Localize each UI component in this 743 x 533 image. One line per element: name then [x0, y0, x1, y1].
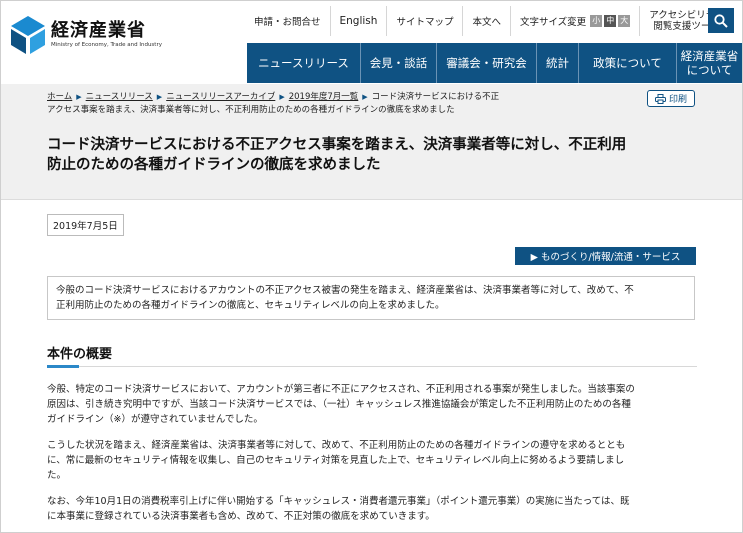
page: 経済産業省 Ministry of Economy, Trade and Ind…	[0, 0, 743, 533]
font-size-large-button[interactable]: 大	[618, 15, 631, 27]
breadcrumb-home[interactable]: ホーム	[47, 92, 72, 102]
breadcrumb-current-cont: アクセス事案を踏まえ、決済事業者等に対し、不正利用防止のための各種ガイドラインの…	[47, 105, 455, 115]
divider	[1, 199, 742, 200]
font-size-small-button[interactable]: 小	[590, 15, 603, 27]
breadcrumb-arrow-icon: ▶	[156, 93, 163, 101]
nav-statistics[interactable]: 統計	[536, 43, 578, 83]
font-size-label: 文字サイズ変更	[519, 17, 587, 28]
page-title: コード決済サービスにおける不正アクセス事案を踏まえ、決済事業者等に対し、不正利用…	[47, 135, 707, 175]
body-paragraph-2: こうした状況を踏まえ、経済産業省は、決済事業者等に対して、改めて、不正利用防止の…	[47, 438, 697, 483]
nav-press-conference[interactable]: 会見・談話	[360, 43, 436, 83]
search-button[interactable]	[708, 8, 734, 33]
nav-councils[interactable]: 審議会・研究会	[436, 43, 536, 83]
global-nav: ニュースリリース 会見・談話 審議会・研究会 統計 政策について 経済産業省 に…	[247, 43, 742, 83]
font-size-medium-button[interactable]: 中	[604, 15, 617, 27]
release-date: 2019年7月5日	[47, 214, 124, 236]
nav-about-line2: について	[686, 63, 733, 77]
body-paragraph-3: なお、今年10月1日の消費税率引上げに伴い開始する「キャッシュレス・消費者還元事…	[47, 494, 697, 524]
paragraph-line: なお、今年10月1日の消費税率引上げに伴い開始する「キャッシュレス・消費者還元事…	[47, 496, 630, 507]
breadcrumb-year-list[interactable]: 2019年度7月一覧	[289, 92, 359, 102]
paragraph-line: に本事業に登録されている決済事業者も含め、改めて、不正対策の徹底を求めていきます…	[47, 511, 435, 522]
breadcrumb-archive[interactable]: ニュースリリースアーカイブ	[166, 92, 275, 102]
paragraph-line: こうした状況を踏まえ、経済産業省は、決済事業者等に対して、改めて、不正利用防止の…	[47, 440, 626, 451]
paragraph-line: 今般、特定のコード決済サービスにおいて、アカウントが第三者に不正にアクセスされ、…	[47, 384, 635, 395]
paragraph-line: ガイドライン（※）が遵守されていませんでした。	[47, 414, 263, 425]
category-tag[interactable]: ▶ ものづくり/情報/流通・サービス	[515, 247, 696, 265]
page-title-line2: 防止のための各種ガイドラインの徹底を求めました	[47, 157, 381, 173]
skip-to-content-link[interactable]: 本文へ	[462, 6, 510, 36]
meti-logo-icon	[11, 16, 45, 54]
breadcrumb-arrow-icon: ▶	[76, 93, 82, 101]
body-paragraph-1: 今般、特定のコード決済サービスにおいて、アカウントが第三者に不正にアクセスされ、…	[47, 382, 697, 427]
nav-news-release[interactable]: ニュースリリース	[247, 43, 360, 83]
nav-about-meti[interactable]: 経済産業省 について	[676, 43, 742, 83]
nav-policies[interactable]: 政策について	[578, 43, 676, 83]
breadcrumb-current: コード決済サービスにおける不正	[371, 92, 500, 102]
sitemap-link[interactable]: サイトマップ	[386, 6, 462, 36]
meti-logo[interactable]: 経済産業省 Ministry of Economy, Trade and Ind…	[11, 16, 162, 54]
apply-inquiry-link[interactable]: 申請・お問合せ	[244, 6, 330, 36]
breadcrumb-arrow-icon: ▶	[362, 93, 368, 101]
breadcrumb: ホーム ▶ ニュースリリース ▶ ニュースリリースアーカイブ ▶ 2019年度7月一覧 ▶ コー…	[47, 91, 547, 117]
search-icon	[714, 13, 728, 28]
paragraph-line: た。	[47, 470, 67, 481]
summary-line1: 今般のコード決済サービスにおけるアカウントの不正アクセス被害の発生を踏まえ、経済…	[56, 285, 634, 296]
utility-bar: 申請・お問合せ English サイトマップ 本文へ 文字サイズ変更 小 中 大…	[244, 5, 742, 37]
print-label: 印刷	[668, 95, 687, 105]
breadcrumb-news[interactable]: ニュースリリース	[86, 92, 153, 102]
printer-icon	[654, 93, 666, 104]
summary-line2: 正利用防止のための各種ガイドラインの徹底と、セキュリティレベルの向上を求めました…	[56, 300, 445, 311]
org-name-ja: 経済産業省	[51, 20, 146, 41]
font-size-changer: 文字サイズ変更 小 中 大	[509, 6, 639, 36]
paragraph-line: に、常に最新のセキュリティ情報を収集し、自己のセキュリティ対策を見直した上で、セ…	[47, 455, 625, 466]
english-link[interactable]: English	[329, 6, 387, 36]
section-underline	[47, 366, 697, 367]
org-name-en: Ministry of Economy, Trade and Industry	[51, 42, 162, 48]
nav-about-line1: 経済産業省	[680, 49, 739, 63]
breadcrumb-arrow-icon: ▶	[279, 93, 285, 101]
paragraph-line: 原因は、引き続き究明中ですが、当該コード決済サービスでは、（一社）キャッシュレス…	[47, 399, 631, 410]
page-title-line1: コード決済サービスにおける不正アクセス事案を踏まえ、決済事業者等に対し、不正利用	[47, 137, 627, 153]
print-button[interactable]: 印刷	[647, 90, 695, 107]
section-accent-bar	[47, 365, 79, 368]
section-heading: 本件の概要	[47, 347, 113, 362]
summary-box: 今般のコード決済サービスにおけるアカウントの不正アクセス被害の発生を踏まえ、経済…	[47, 276, 695, 320]
